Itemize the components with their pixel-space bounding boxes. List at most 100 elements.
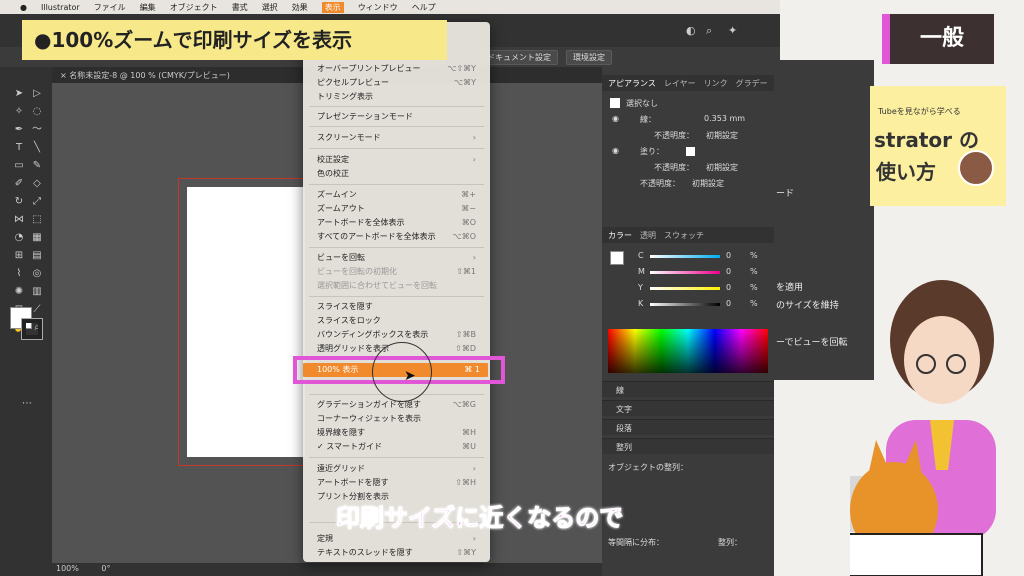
menu-window[interactable]: ウィンドウ [358,2,398,13]
perspective-grid-icon[interactable]: ▦ [30,231,44,245]
menu-item-rotate-view[interactable]: ビューを回転 › [317,251,482,264]
menu-effect[interactable]: 効果 [292,2,308,13]
menu-item-perspective-grid[interactable]: 遠近グリッド › [317,462,482,475]
menu-help[interactable]: ヘルプ [412,2,436,13]
document-setup-button[interactable]: ドキュメント設定 [480,49,558,65]
stroke-value[interactable]: 0.353 mm [704,114,745,123]
line-tool-icon[interactable]: ╲ [30,141,44,155]
artboard[interactable] [187,187,305,457]
type-tool-icon[interactable]: T [12,141,26,155]
rotation-angle[interactable]: 0° [101,564,110,573]
sync-icon[interactable]: ◐ [686,24,696,37]
free-transform-icon[interactable]: ⬚ [30,213,44,227]
apple-icon[interactable]: ● [20,3,27,12]
menu-item-trim-view[interactable]: トリミング表示 [317,90,482,103]
shaper-tool-icon[interactable]: ✐ [12,177,26,191]
selection-label: 選択なし [626,99,658,108]
menu-app[interactable]: Illustrator [41,3,80,12]
menu-item-proof-colors[interactable]: 色の校正 [317,167,482,180]
color-fill-swatch[interactable] [610,251,624,265]
graph-tool-icon[interactable]: ▥ [30,285,44,299]
channel-m-value[interactable]: 0 [726,267,731,276]
opacity-label[interactable]: 不透明度： [654,162,694,173]
close-icon[interactable]: × [60,71,67,80]
direct-selection-tool-icon[interactable]: ▷ [30,87,44,101]
rotate-tool-icon[interactable]: ↻ [12,195,26,209]
stroke-swatch[interactable] [21,318,43,340]
c-slider[interactable] [650,255,720,258]
panel-align[interactable]: 整列 [602,438,774,454]
behind-text: のサイズを維持 [776,301,839,311]
scale-tool-icon[interactable]: ⤢ [30,195,44,209]
color-spectrum[interactable] [608,329,768,373]
tab-color[interactable]: カラー [608,230,632,241]
more-tools-icon[interactable]: ⋯ [20,397,34,411]
menu-type[interactable]: 書式 [232,2,248,13]
menu-file[interactable]: ファイル [94,2,126,13]
menu-item-hide-edges[interactable]: 境界線を隠す ⌘H [317,426,482,439]
tab-swatches[interactable]: スウォッチ [664,230,704,241]
menu-item-presentation-mode[interactable]: プレゼンテーションモード [317,110,482,123]
selection-tool-icon[interactable]: ➤ [12,87,26,101]
blend-tool-icon[interactable]: ◎ [30,267,44,281]
mesh-tool-icon[interactable]: ⊞ [12,249,26,263]
menu-item-fit-artboard[interactable]: アートボードを全体表示 ⌘O [317,216,482,229]
opacity-label[interactable]: 不透明度： [654,130,694,141]
eye-icon[interactable]: ◉ [612,146,619,155]
menu-item-zoom-out[interactable]: ズームアウト ⌘− [317,202,482,215]
menu-item-proof-setup[interactable]: 校正設定 › [317,153,482,166]
menu-object[interactable]: オブジェクト [170,2,218,13]
magic-wand-icon[interactable]: ✧ [12,105,26,119]
eye-icon[interactable]: ◉ [612,114,619,123]
panel-character[interactable]: 文字 [602,400,774,416]
tab-layers[interactable]: レイヤー [664,78,696,89]
fill-color-chip[interactable] [686,147,695,156]
zoom-level[interactable]: 100% [56,564,79,573]
menu-edit[interactable]: 編集 [140,2,156,13]
menu-item-smart-guides[interactable]: ✓ スマートガイド ⌘U [317,440,482,453]
curvature-tool-icon[interactable]: 〜 [30,123,44,137]
opacity-label[interactable]: 不透明度： [640,178,680,189]
m-slider[interactable] [650,271,720,274]
slice-tool-icon[interactable]: ⟋ [30,303,44,317]
menu-item-bounding-box[interactable]: バウンディングボックスを表示 ⇧⌘B [317,328,482,341]
channel-k-value[interactable]: 0 [726,299,731,308]
eyedropper-icon[interactable]: ⌇ [12,267,26,281]
discover-icon[interactable]: ✦ [728,24,737,37]
panel-paragraph[interactable]: 段落 [602,419,774,435]
menu-item-hide-slices[interactable]: スライスを隠す [317,300,482,313]
lasso-icon[interactable]: ◌ [30,105,44,119]
tab-transparency[interactable]: 透明 [640,230,656,241]
preferences-button[interactable]: 環境設定 [566,49,612,65]
channel-c-value[interactable]: 0 [726,251,731,260]
channel-y-value[interactable]: 0 [726,283,731,292]
symbol-sprayer-icon[interactable]: ✺ [12,285,26,299]
tab-appearance[interactable]: アピアランス [608,78,656,89]
y-slider[interactable] [650,287,720,290]
menu-item-overprint-preview[interactable]: オーバープリントプレビュー ⌥⇧⌘Y [317,62,482,75]
menu-item-hide-artboards[interactable]: アートボードを隠す ⇧⌘H [317,476,482,489]
rectangle-tool-icon[interactable]: ▭ [12,159,26,173]
search-icon[interactable]: ⌕ [706,24,712,38]
gradient-tool-icon[interactable]: ▤ [30,249,44,263]
pen-tool-icon[interactable]: ✒ [12,123,26,137]
tab-links[interactable]: リンク [704,78,728,89]
menu-select[interactable]: 選択 [262,2,278,13]
width-tool-icon[interactable]: ⋈ [12,213,26,227]
menu-item-fit-all[interactable]: すべてのアートボードを全体表示 ⌥⌘O [317,230,482,243]
tab-gradient[interactable]: グラデー [736,78,768,89]
menu-item-zoom-in[interactable]: ズームイン ⌘+ [317,188,482,201]
menu-item-corner-widget[interactable]: コーナーウィジェットを表示 [317,412,482,425]
menu-view[interactable]: 表示 [321,1,344,13]
menu-item-pixel-preview[interactable]: ピクセルプレビュー ⌥⌘Y [317,76,482,89]
eraser-tool-icon[interactable]: ◇ [30,177,44,191]
menu-item-lock-slices[interactable]: スライスをロック [317,314,482,327]
brush-tool-icon[interactable]: ✎ [30,159,44,173]
k-slider[interactable] [650,303,720,306]
menu-item-screen-mode[interactable]: スクリーンモード › [317,131,482,144]
shape-builder-icon[interactable]: ◔ [12,231,26,245]
panel-stroke[interactable]: 線 [602,381,774,397]
menu-item-text-threads[interactable]: テキストのスレッドを隠す ⇧⌘Y [317,546,482,559]
fill-label[interactable]: 塗り： [640,146,664,157]
stroke-label[interactable]: 線： [640,114,656,125]
